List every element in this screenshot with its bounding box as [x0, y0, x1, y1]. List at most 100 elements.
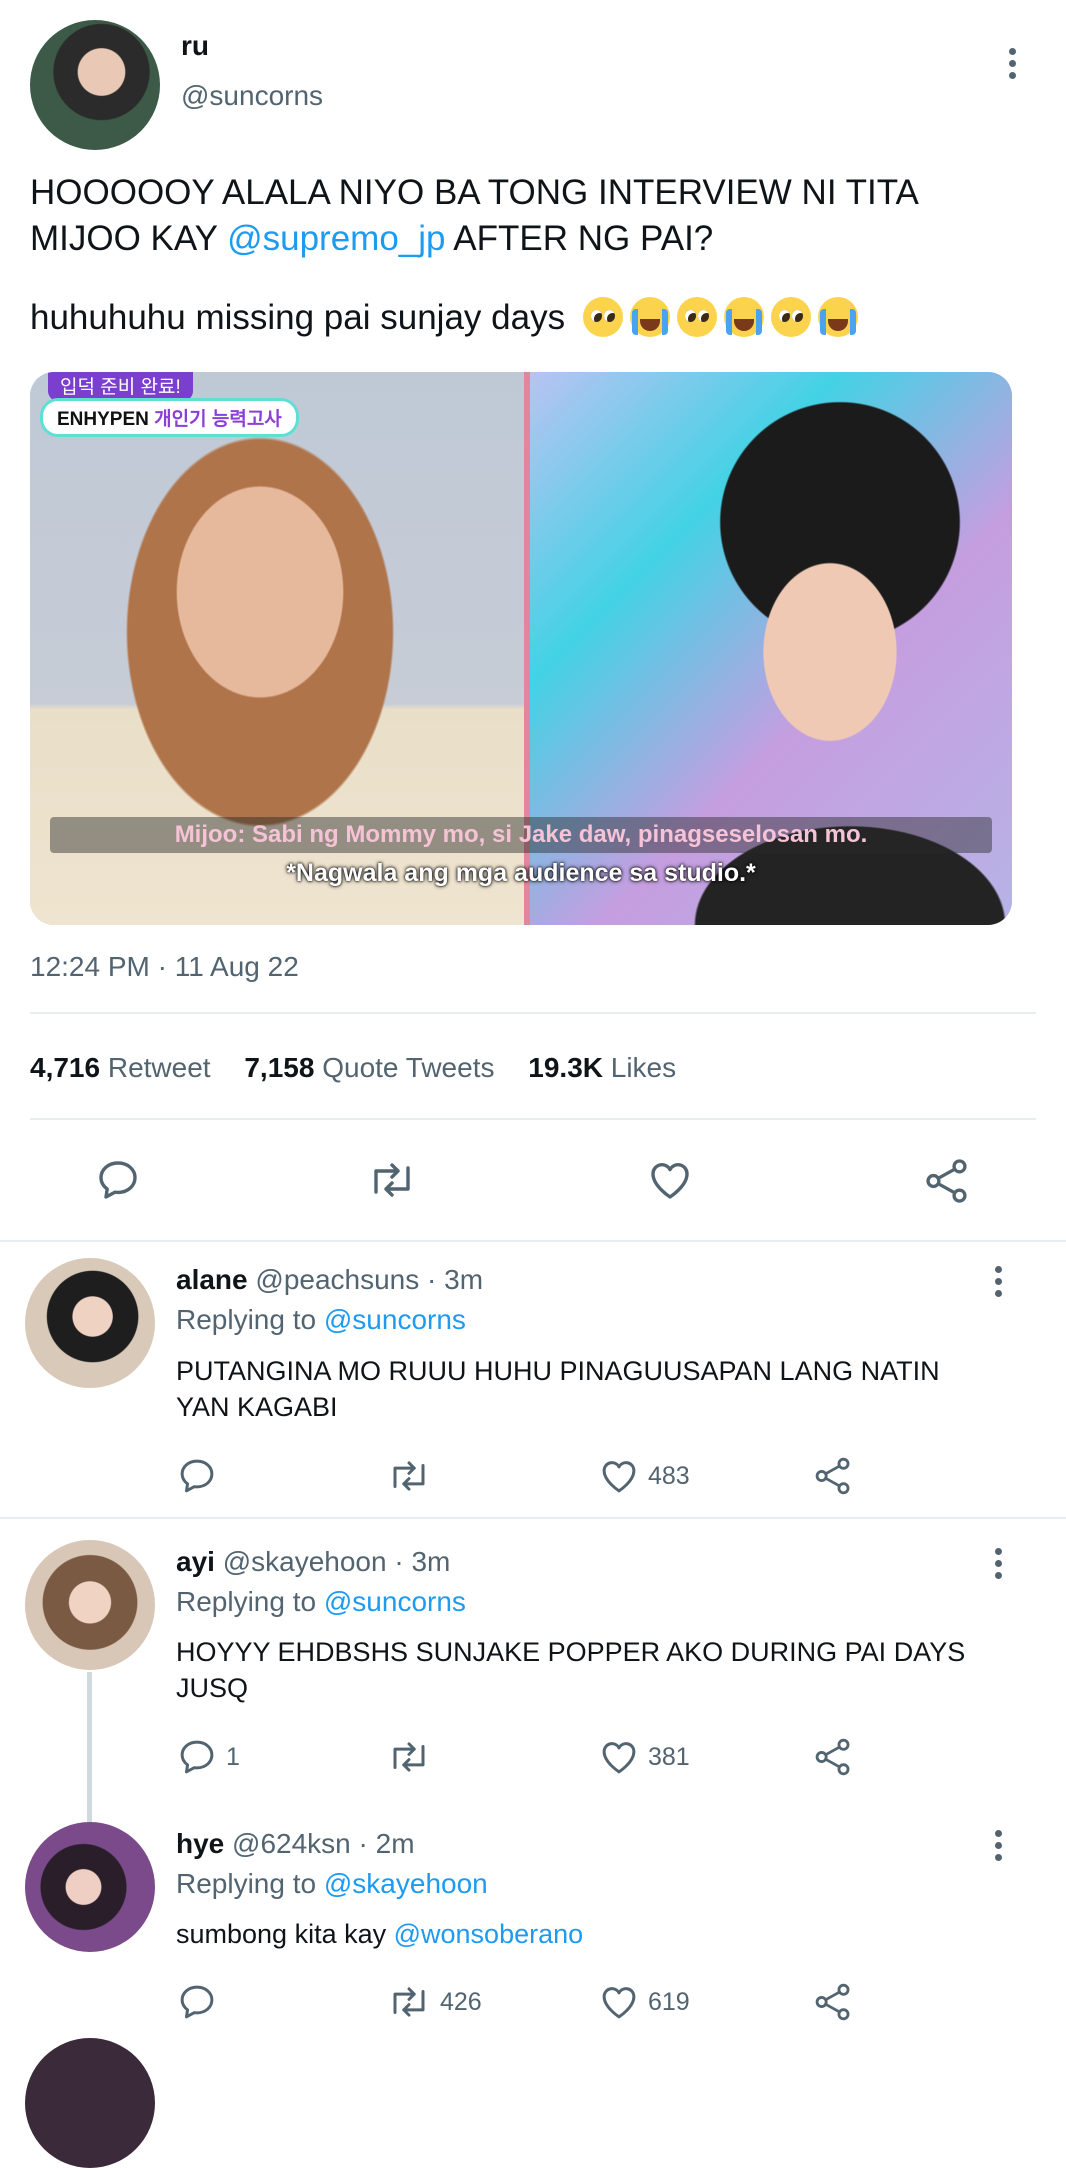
more-options-icon[interactable]: [992, 1266, 1004, 1302]
pleading-face-icon: [770, 297, 811, 337]
likes-count: 19.3K: [528, 1052, 603, 1083]
tweet-text-segment: AFTER NG PAI?: [445, 219, 714, 258]
reply-author-name[interactable]: hye: [176, 1828, 224, 1859]
share-icon: [815, 1738, 850, 1776]
reply-button[interactable]: [94, 1156, 142, 1204]
media-badge-rest: 개인기 능력고사: [154, 409, 282, 430]
reply-icon: [180, 1740, 214, 1774]
likes-stat[interactable]: 19.3K Likes: [528, 1052, 676, 1083]
reply-like-button[interactable]: 483: [598, 1455, 690, 1497]
retweet-count: 4,716: [30, 1052, 101, 1083]
replying-to: Replying to @suncorns: [176, 1304, 466, 1336]
heart-icon: [602, 1742, 636, 1774]
more-options-icon[interactable]: [992, 1548, 1004, 1584]
reply-reply-button[interactable]: [176, 1981, 226, 2023]
reply-text-line2: JUSQ: [176, 1673, 249, 1703]
tweet-text-second-label: huhuhuhu missing pai sunjay days: [30, 298, 566, 337]
retweet-stat[interactable]: 4,716 Retweet: [30, 1052, 211, 1083]
divider: [0, 1240, 1066, 1242]
reply-text-line1: HOYYY EHDBSHS SUNJAKE POPPER AKO DURING …: [176, 1637, 966, 1667]
likes-label: Likes: [610, 1052, 677, 1083]
reply-retweet-button[interactable]: [386, 1736, 440, 1778]
reply-share-button[interactable]: [812, 1981, 854, 2023]
reply-retweet-button[interactable]: 426: [386, 1981, 482, 2023]
reply-avatar-partial: [25, 2038, 155, 2168]
reply-avatar[interactable]: [25, 1540, 155, 1670]
reply-like-button[interactable]: 381: [598, 1736, 690, 1778]
reply-text-line2: YAN KAGABI: [176, 1392, 338, 1422]
retweet-icon: [374, 1163, 410, 1197]
tweet-text: HOOOOOY ALALA NIYO BA TONG INTERVIEW NI …: [30, 170, 1030, 262]
reply-author-handle[interactable]: @peachsuns: [255, 1264, 419, 1295]
divider: [30, 1118, 1036, 1120]
media-badge-group: ENHYPEN: [57, 409, 149, 430]
like-count: 381: [648, 1742, 690, 1771]
share-button[interactable]: [922, 1156, 972, 1206]
crying-face-icon: [629, 297, 670, 337]
reply-retweet-button[interactable]: [386, 1455, 440, 1497]
reply-author-handle[interactable]: @skayehoon: [223, 1546, 387, 1577]
retweet-button[interactable]: [366, 1156, 418, 1204]
media-badge-main: ENHYPEN 개인기 능력고사: [40, 398, 299, 437]
reply-text-segment: sumbong kita kay: [176, 1919, 394, 1949]
retweet-count: 426: [440, 1987, 482, 2016]
replying-to-link[interactable]: @suncorns: [324, 1586, 466, 1617]
reply-author-handle[interactable]: @624ksn: [232, 1828, 351, 1859]
heart-icon: [651, 1163, 689, 1199]
share-icon: [926, 1159, 967, 1203]
thread-line: [87, 1672, 92, 1822]
reply-icon: [99, 1161, 137, 1199]
reply-header: hye @624ksn · 2m: [176, 1828, 415, 1860]
reply-time: · 3m: [394, 1546, 451, 1577]
tweet-timestamp[interactable]: 12:24 PM · 11 Aug 22: [30, 951, 299, 983]
reply-icon: [180, 1459, 214, 1493]
quote-stat[interactable]: 7,158 Quote Tweets: [244, 1052, 494, 1083]
tweet-text-segment: MIJOO KAY: [30, 219, 228, 258]
replying-to: Replying to @suncorns: [176, 1586, 466, 1618]
author-handle[interactable]: @suncorns: [181, 80, 323, 112]
reply-text: sumbong kita kay @wonsoberano: [176, 1916, 1026, 1952]
reply-header: ayi @skayehoon · 3m: [176, 1546, 450, 1578]
tweet-text-line2: MIJOO KAY @supremo_jp AFTER NG PAI?: [30, 216, 1030, 262]
reply-reply-button[interactable]: 1: [176, 1736, 240, 1778]
pleading-face-icon: [582, 297, 623, 337]
reply-like-button[interactable]: 619: [598, 1981, 690, 2023]
share-icon: [815, 1457, 850, 1495]
reply-share-button[interactable]: [812, 1455, 854, 1497]
reply-author-name[interactable]: alane: [176, 1264, 248, 1295]
author-name[interactable]: ru: [181, 30, 209, 62]
quote-count: 7,158: [244, 1052, 315, 1083]
heart-icon: [602, 1461, 636, 1493]
reply-avatar[interactable]: [25, 1822, 155, 1952]
pleading-face-icon: [676, 297, 717, 337]
replying-to-link[interactable]: @skayehoon: [324, 1868, 488, 1899]
reply-share-button[interactable]: [812, 1736, 854, 1778]
mention-link[interactable]: @wonsoberano: [394, 1919, 584, 1949]
reply-time: · 3m: [427, 1264, 484, 1295]
more-options-icon[interactable]: [1006, 48, 1018, 84]
media-badge-top: 입덕 준비 완료!: [48, 372, 193, 401]
reply-icon: [180, 1985, 214, 2019]
like-count: 619: [648, 1987, 690, 2016]
tweet-text-second: huhuhuhu missing pai sunjay days: [30, 295, 865, 341]
heart-icon: [602, 1987, 636, 2019]
reply-text: PUTANGINA MO RUUU HUHU PINAGUUSAPAN LANG…: [176, 1353, 1026, 1425]
reply-text-line1: PUTANGINA MO RUUU HUHU PINAGUUSAPAN LANG…: [176, 1356, 940, 1386]
like-button[interactable]: [646, 1156, 694, 1204]
replying-to-link[interactable]: @suncorns: [324, 1304, 466, 1335]
tweet-text-line1: HOOOOOY ALALA NIYO BA TONG INTERVIEW NI …: [30, 173, 919, 212]
mention-link[interactable]: @supremo_jp: [227, 219, 445, 258]
replying-to: Replying to @skayehoon: [176, 1868, 488, 1900]
tweet-media[interactable]: 입덕 준비 완료! ENHYPEN 개인기 능력고사 Mijoo: Sabi n…: [30, 372, 1012, 925]
reply-author-name[interactable]: ayi: [176, 1546, 215, 1577]
reply-header: alane @peachsuns · 3m: [176, 1264, 483, 1296]
like-count: 483: [648, 1461, 690, 1490]
author-avatar[interactable]: [30, 20, 160, 150]
divider: [0, 1517, 1066, 1519]
more-options-icon[interactable]: [992, 1830, 1004, 1866]
reply-avatar[interactable]: [25, 1258, 155, 1388]
retweet-icon: [393, 1461, 425, 1491]
quote-label: Quote Tweets: [322, 1052, 495, 1083]
reply-reply-button[interactable]: [176, 1455, 226, 1497]
retweet-icon: [393, 1987, 425, 2017]
